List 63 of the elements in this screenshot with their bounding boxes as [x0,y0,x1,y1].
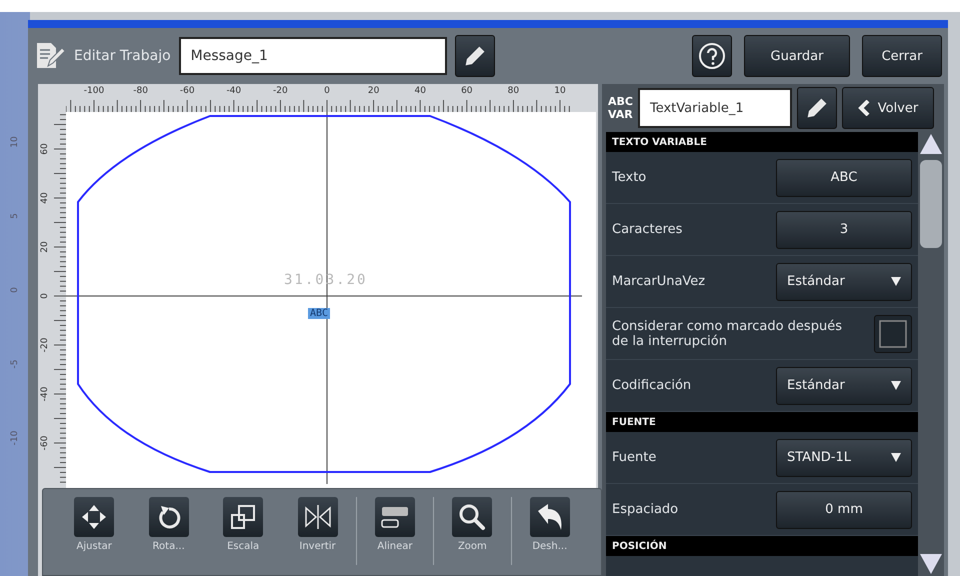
ruler-label: 60 [461,86,473,96]
overlapping-squares-icon [229,503,258,531]
dropdown[interactable]: Estándar [776,262,912,300]
ruler-label: 40 [40,192,50,204]
rename-button[interactable] [796,87,837,129]
canvas-text[interactable]: ABC [308,308,330,319]
back-button[interactable]: Volver [842,87,934,129]
help-icon [698,42,726,70]
ruler-label: -80 [133,86,148,96]
dropdown[interactable]: STAND-1L [776,438,912,476]
dropdown-caret-icon [891,277,901,286]
ruler-label: 0 [324,86,330,96]
flip-icon [302,503,333,531]
section-header: TEXTO VARIABLE [606,132,918,152]
element-name-field[interactable]: TextVariable_1 [638,88,792,128]
dropdown-caret-icon [891,381,901,390]
ruler-label: -5 [10,358,20,370]
close-button[interactable]: Cerrar [862,35,942,77]
ruler-label: -60 [40,436,50,450]
property-label: Fuente [612,450,656,465]
ruler-label: 5 [10,212,20,221]
dropdown[interactable]: Estándar [776,366,912,404]
type-label: ABC VAR [608,95,633,121]
property-label: Codificación [612,378,692,393]
save-button[interactable]: Guardar [744,35,850,77]
value-button[interactable]: 0 mm [776,490,912,528]
ruler-label: 20 [368,86,380,96]
property-label: Texto [612,170,646,185]
checkbox[interactable] [874,314,912,352]
ruler-label: 80 [508,86,520,96]
ruler-label: 10 [554,86,566,96]
rename-button[interactable] [454,35,495,77]
move-arrows-icon [80,503,108,531]
scroll-down-icon[interactable] [919,552,943,576]
ruler-label: 60 [40,143,50,155]
search-icon [458,503,486,531]
property-label: Considerar como marcado después de la interrupción [612,318,843,348]
ruler-label: 10 [10,135,20,150]
ruler-label: -20 [40,338,50,352]
dropdown-caret-icon [891,453,901,462]
ruler-label: 40 [414,86,426,96]
ruler-label: -40 [40,386,50,402]
ruler-label: -20 [273,86,288,96]
section-header: FUENTE [606,412,918,432]
ruler-label: 20 [40,241,50,253]
ruler-label: 0 [10,286,20,295]
ruler-label: -100 [84,86,104,96]
ruler-label: -60 [180,86,195,96]
scrollbar-thumb[interactable] [920,160,942,248]
property-label: Caracteres [612,222,682,237]
value-button[interactable]: 3 [776,210,912,248]
ruler-label: 0 [40,293,50,299]
section-header: POSICIÓN [606,536,918,556]
chevron-left-icon [858,100,870,116]
help-button[interactable] [692,35,732,77]
ruler-label: -40 [226,86,242,96]
job-name-field[interactable]: Message_1 [178,37,447,75]
scroll-up-icon[interactable] [919,132,943,156]
property-label: MarcarUnaVez [612,274,706,289]
ruler-label: -10 [10,430,20,447]
window-title: Editar Trabajo [74,48,171,64]
property-label: Espaciado [612,502,678,517]
value-button[interactable]: ABC [776,158,912,196]
